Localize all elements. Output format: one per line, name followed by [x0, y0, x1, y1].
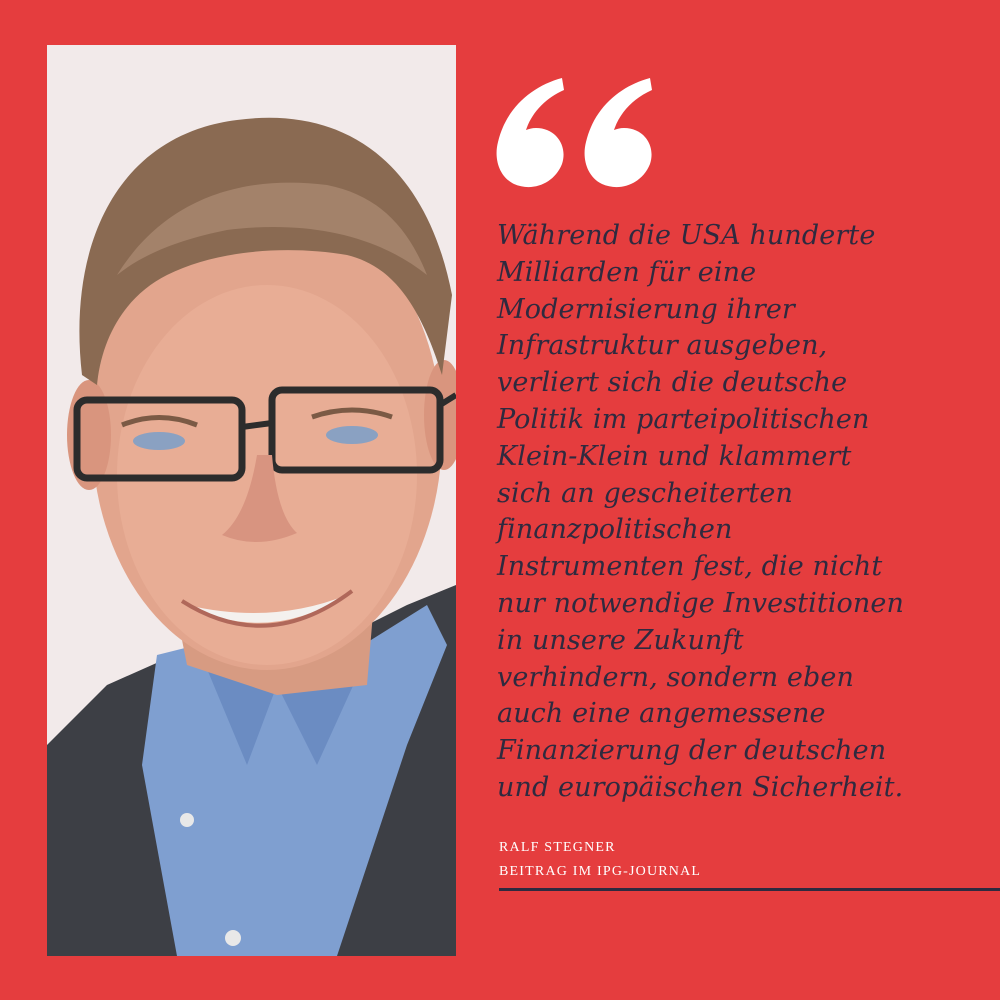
quote-line: verhindern, sondern eben: [497, 661, 854, 693]
quote-text: Während die USA hunderte Milliarden für …: [497, 218, 977, 807]
quote-line: Finanzierung der deutschen: [497, 735, 887, 767]
quote-line: in unsere Zukunft: [497, 624, 744, 656]
attribution: RALF STEGNER BEITRAG IM IPG-JOURNAL: [499, 836, 701, 884]
divider-line: [499, 888, 1000, 891]
quote-line: Während die USA hunderte: [497, 220, 876, 251]
quote-line: Infrastruktur ausgeben,: [497, 330, 828, 362]
author-source: BEITRAG IM IPG-JOURNAL: [499, 864, 702, 879]
quote-line: Milliarden für eine: [497, 256, 757, 288]
quote-line: nur notwendige Investitionen: [497, 587, 904, 619]
quote-line: Modernisierung ihrer: [497, 293, 795, 325]
portrait-photo: [47, 45, 456, 956]
quote-card: Während die USA hunderte Milliarden für …: [0, 0, 1000, 1000]
quote-line: Instrumenten fest, die nicht: [497, 551, 883, 583]
opening-quote-icon: [496, 78, 652, 188]
quote-line: verliert sich die deutsche: [497, 367, 848, 399]
quote-line: sich an gescheiterten: [497, 477, 793, 509]
quote-line: und europäischen Sicherheit.: [497, 771, 904, 803]
author-name: RALF STEGNER: [499, 840, 616, 855]
quote-line: finanzpolitischen: [497, 514, 733, 546]
quote-line: Politik im parteipolitischen: [497, 403, 870, 435]
quote-line: auch eine angemessene: [497, 698, 826, 730]
quote-line: Klein-Klein und klammert: [497, 440, 852, 472]
